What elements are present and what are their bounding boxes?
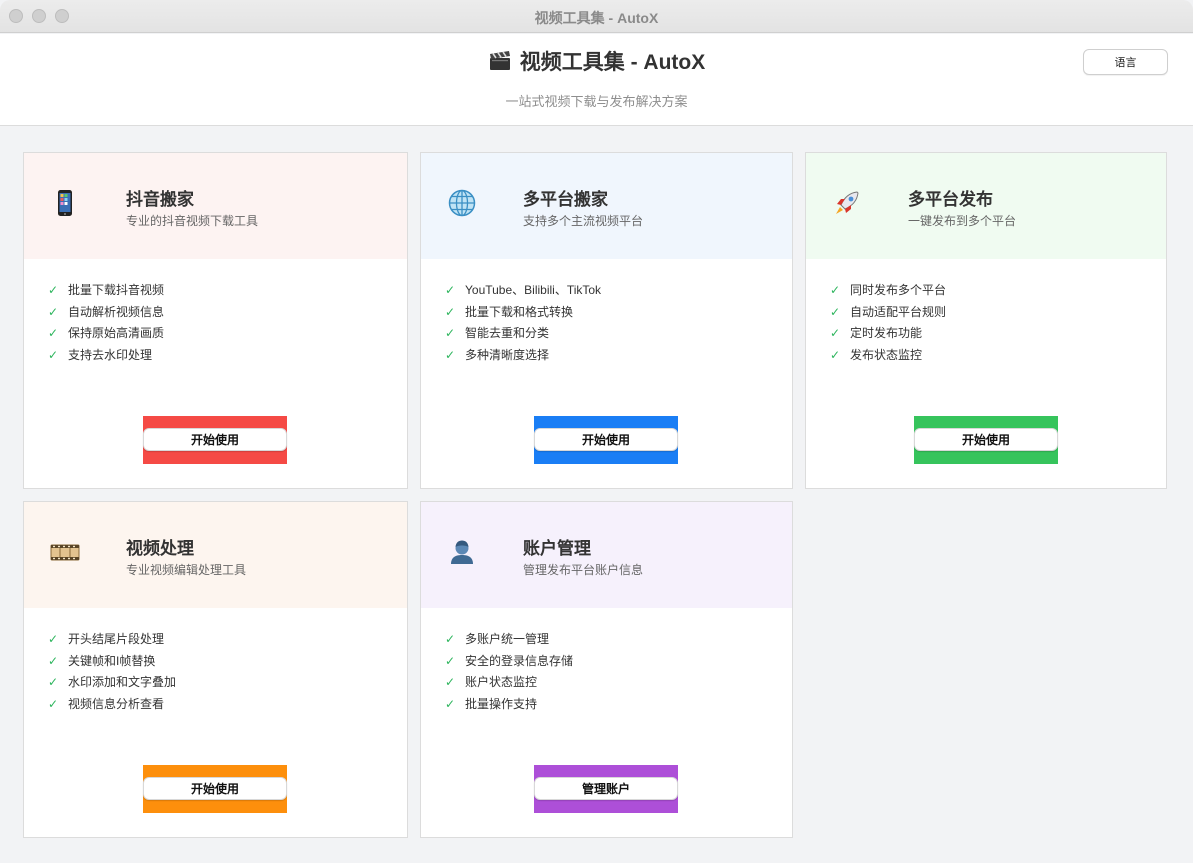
start-button-douyin[interactable]: 开始使用 [143, 428, 287, 451]
list-item: ✓ 多账户统一管理 [445, 632, 550, 646]
list-item: ✓ 自动解析视频信息 [48, 304, 165, 319]
rocket-icon [832, 188, 862, 218]
feature-list: ✓ 多账户统一管理 ✓ 安全的登录信息存储 ✓ 账户状态监控 ✓ 批量操作支持 [445, 630, 573, 716]
list-item: ✓ 发布状态监控 [830, 347, 923, 362]
card-title: 多平台发布 [908, 190, 993, 209]
window-title: 视频工具集 - AutoX [534, 10, 659, 26]
list-item: ✓ 同时发布多个平台 [830, 283, 947, 297]
card-video-processing: 视频处理 专业视频编辑处理工具 ✓ 开头结尾片段处理 ✓ 关键帧和I帧替换 ✓ 水印添… [23, 501, 408, 838]
check-icon: ✓ [830, 304, 841, 319]
app-header: 视频工具集 - AutoX 一站式视频下载与发布解决方案 语言 [0, 34, 1193, 126]
language-button[interactable]: 语言 [1083, 49, 1168, 75]
clapperboard-icon [488, 51, 512, 75]
check-icon: ✓ [830, 326, 841, 340]
start-button-multi-platform[interactable]: 开始使用 [534, 428, 678, 451]
check-icon: ✓ [48, 283, 59, 297]
button-accent-bar: 开始使用 [914, 416, 1058, 464]
card-description: 专业视频编辑处理工具 [126, 563, 247, 577]
check-icon: ✓ [48, 347, 59, 362]
check-icon: ✓ [445, 675, 456, 689]
start-button-publish[interactable]: 开始使用 [914, 428, 1058, 451]
check-icon: ✓ [445, 326, 456, 340]
phone-icon [50, 188, 80, 218]
feature-list: ✓ YouTube、Bilibili、TikTok ✓ 批量下载和格式转换 ✓ 智能去… [445, 281, 601, 367]
card-title: 视频处理 [126, 539, 194, 558]
check-icon: ✓ [445, 632, 456, 646]
list-item: ✓ 批量下载抖音视频 [48, 283, 165, 297]
card-header: 视频处理 专业视频编辑处理工具 [24, 502, 407, 608]
card-douyin-migration: 抖音搬家 专业的抖音视频下载工具 ✓ 批量下载抖音视频 ✓ 自动解析视频信息 ✓ 保持… [23, 152, 408, 489]
check-icon: ✓ [48, 326, 59, 340]
button-accent-bar: 开始使用 [143, 765, 287, 813]
feature-list: ✓ 开头结尾片段处理 ✓ 关键帧和I帧替换 ✓ 水印添加和文字叠加 ✓ 视频信息分析查看 [48, 630, 176, 716]
check-icon: ✓ [445, 283, 456, 297]
check-icon: ✓ [445, 347, 456, 362]
card-account-management: 账户管理 管理发布平台账户信息 ✓ 多账户统一管理 ✓ 安全的登录信息存储 ✓ 账户状… [420, 501, 793, 838]
list-item: ✓ 批量下载和格式转换 [445, 304, 574, 319]
list-item: ✓ 账户状态监控 [445, 675, 538, 689]
list-item: ✓ 保持原始高清画质 [48, 326, 165, 340]
check-icon: ✓ [445, 696, 456, 711]
page-subtitle: 一站式视频下载与发布解决方案 [505, 94, 688, 109]
button-accent-bar: 开始使用 [143, 416, 287, 464]
list-item: ✓ 水印添加和文字叠加 [48, 675, 177, 689]
check-icon: ✓ [445, 653, 456, 668]
user-icon [447, 537, 477, 567]
film-icon [50, 537, 80, 567]
card-header: 多平台搬家 支持多个主流视频平台 [421, 153, 792, 259]
card-header: 账户管理 管理发布平台账户信息 [421, 502, 792, 608]
card-title: 抖音搬家 [126, 190, 194, 209]
feature-list: ✓ 同时发布多个平台 ✓ 自动适配平台规则 ✓ 定时发布功能 ✓ 发布状态监控 [830, 281, 946, 367]
card-title: 多平台搬家 [523, 190, 608, 209]
card-description: 一键发布到多个平台 [908, 214, 1017, 228]
card-description: 专业的抖音视频下载工具 [126, 214, 259, 228]
start-button-video-processing[interactable]: 开始使用 [143, 777, 287, 800]
check-icon: ✓ [48, 675, 59, 689]
app-title-row: 视频工具集 - AutoX [0, 46, 1193, 76]
list-item: ✓ 开头结尾片段处理 [48, 632, 165, 646]
window-titlebar: 视频工具集 - AutoX [0, 0, 1193, 33]
list-item: ✓ 定时发布功能 [830, 326, 923, 340]
check-icon: ✓ [48, 632, 59, 646]
globe-icon [447, 188, 477, 218]
list-item: ✓ 智能去重和分类 [445, 326, 550, 340]
list-item: ✓ 视频信息分析查看 [48, 696, 165, 711]
card-title: 账户管理 [523, 539, 591, 558]
list-item: ✓ 多种清晰度选择 [445, 347, 550, 362]
card-header: 多平台发布 一键发布到多个平台 [806, 153, 1166, 259]
list-item: ✓ 安全的登录信息存储 [445, 653, 574, 668]
check-icon: ✓ [445, 304, 456, 319]
card-multi-platform-migration: 多平台搬家 支持多个主流视频平台 ✓ YouTube、Bilibili、TikTo… [420, 152, 793, 489]
card-multi-platform-publish: 多平台发布 一键发布到多个平台 ✓ 同时发布多个平台 ✓ 自动适配平台规则 ✓ 定时发… [805, 152, 1167, 489]
button-accent-bar: 开始使用 [534, 416, 678, 464]
check-icon: ✓ [830, 347, 841, 362]
list-item: ✓ 自动适配平台规则 [830, 304, 947, 319]
card-header: 抖音搬家 专业的抖音视频下载工具 [24, 153, 407, 259]
button-accent-bar: 管理账户 [534, 765, 678, 813]
check-icon: ✓ [48, 653, 59, 668]
list-item: ✓ 支持去水印处理 [48, 347, 153, 362]
card-description: 管理发布平台账户信息 [523, 563, 644, 577]
list-item: ✓ 关键帧和I帧替换 [48, 653, 156, 668]
check-icon: ✓ [48, 304, 59, 319]
card-description: 支持多个主流视频平台 [523, 214, 644, 228]
manage-accounts-button[interactable]: 管理账户 [534, 777, 678, 800]
list-item: ✓ 批量操作支持 [445, 696, 538, 711]
feature-list: ✓ 批量下载抖音视频 ✓ 自动解析视频信息 ✓ 保持原始高清画质 ✓ 支持去水印处理 [48, 281, 164, 367]
list-item: ✓ YouTube、Bilibili、TikTok [445, 283, 602, 297]
check-icon: ✓ [830, 283, 841, 297]
page-title: 视频工具集 - AutoX [519, 51, 706, 74]
check-icon: ✓ [48, 696, 59, 711]
